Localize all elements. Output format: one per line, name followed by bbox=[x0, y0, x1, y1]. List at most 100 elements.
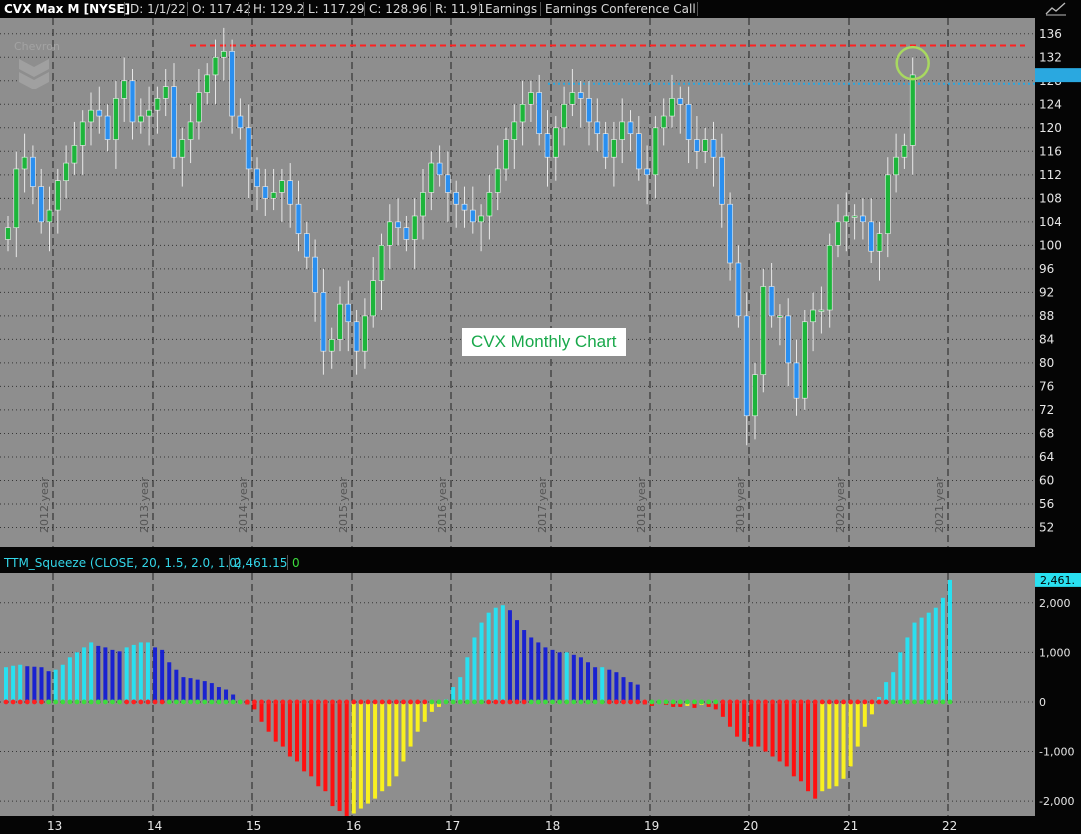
squeeze-dot bbox=[415, 699, 421, 705]
candle-body bbox=[586, 98, 592, 123]
squeeze-dot bbox=[727, 699, 733, 705]
squeeze-bar bbox=[536, 642, 541, 702]
price-tick-label: 72 bbox=[1039, 403, 1054, 417]
squeeze-histogram[interactable] bbox=[0, 573, 1035, 816]
range-value: R: 11.91 bbox=[435, 2, 486, 16]
price-tick-label: 100 bbox=[1039, 238, 1062, 252]
watermark-text: Chevron bbox=[14, 40, 60, 53]
candle-body bbox=[420, 192, 426, 217]
squeeze-bar bbox=[841, 701, 846, 779]
candle-body bbox=[777, 315, 783, 318]
candle-body bbox=[337, 303, 343, 340]
price-tick-label: 52 bbox=[1039, 520, 1054, 534]
candle-body bbox=[221, 51, 227, 58]
squeeze-dot bbox=[905, 699, 910, 705]
date-value: D: 1/1/22 bbox=[130, 2, 186, 16]
squeeze-dot bbox=[521, 699, 527, 705]
candle-body bbox=[735, 262, 742, 317]
squeeze-dot bbox=[848, 699, 854, 705]
low-value: L: 117.29 bbox=[308, 2, 365, 16]
squeeze-panel[interactable] bbox=[0, 573, 1035, 816]
squeeze-bar bbox=[351, 701, 356, 814]
candle-body bbox=[469, 209, 476, 223]
year-label: 2021 year bbox=[933, 476, 946, 533]
squeeze-dot bbox=[287, 699, 293, 705]
candle-body bbox=[635, 133, 642, 170]
candle-body bbox=[121, 80, 127, 99]
squeeze-bar bbox=[145, 642, 150, 702]
squeeze-dot bbox=[330, 699, 335, 705]
squeeze-dot bbox=[890, 699, 896, 705]
symbol-label[interactable]: CVX Max M [NYSE] bbox=[4, 2, 130, 16]
squeeze-dot bbox=[571, 699, 577, 705]
time-axis[interactable]: 13 14 15 16 17 18 19 20 21 22 bbox=[0, 816, 1081, 834]
candle-body bbox=[187, 121, 194, 140]
candle-body bbox=[362, 315, 368, 352]
candle-body bbox=[262, 186, 269, 199]
squeeze-dot bbox=[344, 699, 350, 705]
squeeze-bar bbox=[18, 664, 23, 702]
candle-body bbox=[760, 286, 767, 375]
candle-body bbox=[868, 221, 875, 252]
candle-body bbox=[320, 292, 327, 352]
candle-body bbox=[30, 156, 36, 187]
price-chart[interactable]: 2012 year 2013 year 2014 year 2015 year 2016… bbox=[0, 18, 1035, 547]
time-tick-label: 19 bbox=[644, 819, 659, 833]
squeeze-dot bbox=[259, 699, 264, 705]
squeeze-bar bbox=[89, 642, 94, 702]
squeeze-dot bbox=[621, 699, 626, 705]
time-tick-label: 13 bbox=[47, 819, 62, 833]
squeeze-bar bbox=[266, 701, 271, 732]
squeeze-bar bbox=[628, 682, 633, 702]
price-tick-label: 92 bbox=[1039, 285, 1054, 299]
squeeze-dot bbox=[386, 699, 392, 705]
squeeze-dot bbox=[308, 699, 314, 705]
earnings-call-toggle[interactable]: Earnings Conference Call bbox=[545, 2, 696, 16]
squeeze-bar bbox=[500, 605, 505, 702]
candle-body bbox=[104, 115, 111, 140]
candle-body bbox=[162, 86, 169, 99]
earnings-toggle[interactable]: Earnings bbox=[485, 2, 537, 16]
squeeze-dot bbox=[564, 699, 570, 705]
squeeze-bar bbox=[67, 657, 72, 702]
squeeze-dot bbox=[486, 699, 492, 705]
squeeze-dot bbox=[429, 699, 435, 705]
squeeze-dot bbox=[46, 699, 51, 705]
price-chart-panel[interactable]: 2012 year 2013 year 2014 year 2015 year 2016… bbox=[0, 18, 1035, 547]
squeeze-flag: 0 bbox=[292, 556, 300, 570]
price-tick-label: 56 bbox=[1039, 497, 1054, 511]
squeeze-dot bbox=[280, 699, 286, 705]
squeeze-dot bbox=[124, 699, 130, 705]
squeeze-bar bbox=[593, 667, 598, 702]
candle-body bbox=[619, 121, 626, 140]
header-divider bbox=[364, 2, 365, 16]
last-value-label: 2,461. bbox=[1040, 574, 1075, 587]
open-value: O: 117.42 bbox=[192, 2, 252, 16]
squeeze-dot bbox=[897, 699, 903, 705]
squeeze-bar bbox=[621, 677, 626, 702]
squeeze-dot bbox=[557, 699, 563, 705]
squeeze-dot bbox=[3, 699, 9, 705]
price-axis[interactable]: 52 56 60 64 68 72 76 80 84 88 92 96 100 104 108 112 116 1… bbox=[1035, 18, 1081, 547]
squeeze-bar bbox=[458, 677, 463, 702]
candle-body bbox=[876, 233, 883, 252]
squeeze-bar bbox=[848, 701, 853, 767]
candle-body bbox=[785, 315, 792, 364]
squeeze-bar bbox=[415, 701, 420, 732]
candle-body bbox=[63, 162, 69, 181]
chart-draw-icon[interactable] bbox=[1045, 2, 1067, 19]
squeeze-title[interactable]: TTM_Squeeze (CLOSE, 20, 1.5, 2.0, 1.0) bbox=[4, 556, 242, 570]
squeeze-bar bbox=[302, 701, 307, 772]
candle-body bbox=[860, 215, 866, 223]
candle-body bbox=[602, 133, 609, 158]
candle-body bbox=[660, 115, 667, 129]
squeeze-dot bbox=[294, 699, 300, 705]
squeeze-bar bbox=[25, 666, 30, 702]
price-tick-label: 108 bbox=[1039, 191, 1062, 205]
candle-body bbox=[594, 121, 601, 134]
time-tick-label: 22 bbox=[942, 819, 957, 833]
candle-body bbox=[893, 156, 899, 176]
squeeze-axis[interactable]: -2,000 -1,000 0 1,000 2,000 2,461. bbox=[1035, 573, 1081, 816]
squeeze-bar bbox=[358, 701, 363, 809]
year-label: 2016 year bbox=[436, 476, 449, 533]
